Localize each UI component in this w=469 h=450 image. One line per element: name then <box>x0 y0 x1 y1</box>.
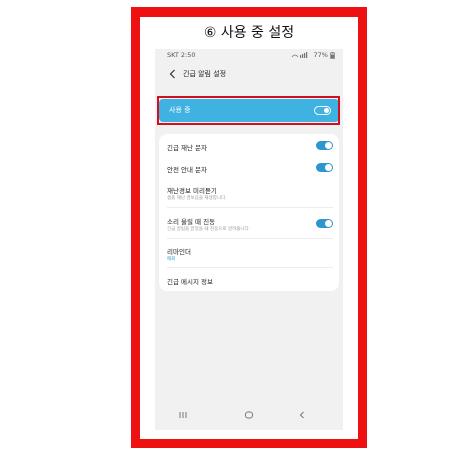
setting-title: 재난경보 미리듣기 <box>167 187 217 195</box>
status-carrier-time: SKT 2:50 <box>167 51 196 59</box>
bottom-nav-bar <box>155 407 343 423</box>
vibration-toggle[interactable] <box>316 219 333 228</box>
safety-guide-toggle[interactable] <box>316 163 333 172</box>
setting-subtitle: 샘플 재난 경보음을 재생합니다. <box>167 196 227 201</box>
setting-row-safety-guide[interactable]: 안전 안내 문자 <box>159 156 339 178</box>
recent-apps-icon[interactable] <box>175 407 191 423</box>
step-title: ⑥ 사용 중 설정 <box>203 25 295 41</box>
status-icons <box>292 51 308 58</box>
status-battery: 77% <box>313 51 328 59</box>
setting-subtitle: 긴급 알림을 받았을 때 진동으로 알려줍니다. <box>167 227 251 232</box>
toggle-knob <box>325 220 332 227</box>
back-nav-icon[interactable] <box>294 407 310 423</box>
setting-row-reminder[interactable]: 리마인더 매회 <box>159 242 339 266</box>
setting-row-alert-preview[interactable]: 재난경보 미리듣기 샘플 재난 경보음을 재생합니다. <box>159 180 339 206</box>
setting-title: 긴급 메시지 정보 <box>167 278 213 286</box>
divider <box>167 267 333 268</box>
setting-title: 소리 울릴 때 진동 <box>167 218 216 226</box>
toggle-knob <box>325 164 332 171</box>
status-bar: SKT 2:50 77% <box>155 49 343 61</box>
home-icon[interactable] <box>241 407 257 423</box>
setting-row-message-info[interactable]: 긴급 메시지 정보 <box>159 270 339 290</box>
settings-card: 긴급 재난 문자 안전 안내 문자 재난경보 미리듣기 샘플 재난 경보음을 재… <box>159 134 339 291</box>
setting-subtitle: 매회 <box>167 257 176 262</box>
divider <box>167 207 333 208</box>
setting-row-vibration[interactable]: 소리 울릴 때 진동 긴급 알림을 받았을 때 진동으로 알려줍니다. <box>159 211 339 237</box>
battery-icon <box>330 51 335 59</box>
setting-row-emergency-disaster[interactable]: 긴급 재난 문자 <box>159 134 339 156</box>
divider <box>167 238 333 239</box>
status-right: 77% <box>291 49 335 61</box>
setting-title: 리마인더 <box>167 248 191 256</box>
setting-title: 긴급 재난 문자 <box>167 144 208 152</box>
emergency-disaster-toggle[interactable] <box>316 141 333 150</box>
setting-title: 안전 안내 문자 <box>167 166 208 174</box>
toggle-knob <box>325 142 332 149</box>
master-toggle-highlight <box>157 96 340 125</box>
back-arrow-icon[interactable] <box>167 68 179 80</box>
nav-header: 긴급 알림 설정 <box>155 65 343 83</box>
header-title: 긴급 알림 설정 <box>183 70 227 78</box>
